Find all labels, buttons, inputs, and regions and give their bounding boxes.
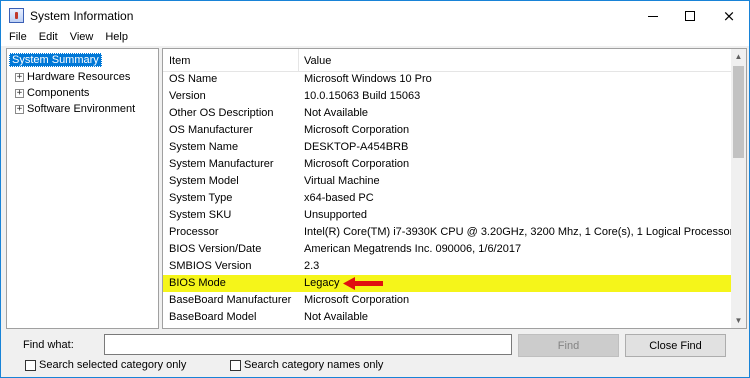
tree-item-label: Hardware Resources bbox=[27, 71, 131, 83]
list-row[interactable]: System Type x64-based PC bbox=[163, 190, 733, 207]
tree-item-label: Software Environment bbox=[27, 103, 136, 115]
checkbox-label: Search category names only bbox=[244, 359, 384, 371]
row-item: SMBIOS Version bbox=[169, 260, 252, 272]
list-row[interactable]: System Manufacturer Microsoft Corporatio… bbox=[163, 156, 733, 173]
row-value: DESKTOP-A454BRB bbox=[304, 141, 409, 153]
row-item: System SKU bbox=[169, 209, 232, 221]
list-row[interactable]: OS Manufacturer Microsoft Corporation bbox=[163, 122, 733, 139]
checkbox-label: Search selected category only bbox=[39, 359, 187, 371]
list-row-highlighted[interactable]: BIOS Mode Legacy bbox=[163, 275, 733, 292]
close-find-button[interactable]: Close Find bbox=[625, 334, 726, 357]
row-value: Not Available bbox=[304, 311, 369, 323]
close-icon: × bbox=[722, 6, 736, 25]
row-value: Microsoft Corporation bbox=[304, 124, 410, 136]
row-value: 10.0.15063 Build 15063 bbox=[304, 90, 421, 102]
row-item: BIOS Mode bbox=[169, 277, 226, 289]
find-bar: Find what: Find Close Find Search select… bbox=[1, 330, 749, 377]
row-item: BIOS Version/Date bbox=[169, 243, 262, 255]
row-item: Other OS Description bbox=[169, 107, 274, 119]
row-item: Version bbox=[169, 90, 206, 102]
expand-plus-icon[interactable]: + bbox=[15, 72, 24, 82]
scrollbar-thumb[interactable] bbox=[733, 66, 744, 158]
tree-item-components[interactable]: + Components bbox=[15, 85, 89, 101]
search-category-names-checkbox[interactable] bbox=[230, 359, 241, 371]
row-value: Microsoft Corporation bbox=[304, 294, 410, 306]
row-item: OS Name bbox=[169, 73, 218, 85]
row-value: Not Available bbox=[304, 107, 369, 119]
row-value: Virtual Machine bbox=[304, 175, 380, 187]
window-title: System Information bbox=[30, 9, 134, 23]
row-item: System Manufacturer bbox=[169, 158, 274, 170]
column-header-item[interactable]: Item bbox=[169, 55, 190, 67]
list-row[interactable]: OS Name Microsoft Windows 10 Pro bbox=[163, 71, 733, 88]
menu-view[interactable]: View bbox=[64, 31, 100, 43]
tree-item-software-environment[interactable]: + Software Environment bbox=[15, 101, 135, 117]
minimize-icon bbox=[648, 15, 658, 17]
details-list[interactable]: Item Value OS Name Microsoft Windows 10 … bbox=[162, 48, 747, 329]
list-row[interactable]: Version 10.0.15063 Build 15063 bbox=[163, 88, 733, 105]
expand-plus-icon[interactable]: + bbox=[15, 88, 24, 98]
find-what-input[interactable] bbox=[104, 334, 512, 355]
search-category-names-option[interactable]: Search category names only bbox=[230, 359, 383, 371]
red-arrow-icon bbox=[343, 277, 383, 290]
find-what-label: Find what: bbox=[23, 339, 74, 351]
list-row[interactable]: System SKU Unsupported bbox=[163, 207, 733, 224]
row-value: Legacy bbox=[304, 277, 340, 289]
row-item: BaseBoard Manufacturer bbox=[169, 294, 292, 306]
list-row[interactable]: SMBIOS Version 2.3 bbox=[163, 258, 733, 275]
row-item: System Type bbox=[169, 192, 233, 204]
menu-edit[interactable]: Edit bbox=[33, 31, 64, 43]
row-value: Unsupported bbox=[304, 209, 367, 221]
system-information-app-icon bbox=[9, 8, 24, 23]
row-item: BaseBoard Model bbox=[169, 311, 257, 323]
search-selected-category-option[interactable]: Search selected category only bbox=[25, 359, 186, 371]
tree-item-label: Components bbox=[27, 87, 90, 99]
maximize-icon bbox=[685, 11, 695, 21]
row-value: 2.3 bbox=[304, 260, 320, 272]
row-value: x64-based PC bbox=[304, 192, 374, 204]
arrow-shape bbox=[343, 277, 383, 290]
list-row[interactable]: BaseBoard Model Not Available bbox=[163, 309, 733, 326]
scroll-up-arrow-icon[interactable]: ▲ bbox=[731, 49, 746, 64]
list-row[interactable]: Other OS Description Not Available bbox=[163, 105, 733, 122]
row-value: Microsoft Corporation bbox=[304, 158, 410, 170]
expand-plus-icon[interactable]: + bbox=[15, 104, 24, 114]
list-row[interactable]: BaseBoard Manufacturer Microsoft Corpora… bbox=[163, 292, 733, 309]
vertical-scrollbar[interactable]: ▲ ▼ bbox=[731, 49, 746, 328]
tree-item-label: System Summary bbox=[9, 53, 102, 67]
list-header: Item Value bbox=[163, 49, 733, 72]
scroll-down-arrow-icon[interactable]: ▼ bbox=[731, 313, 746, 328]
row-value: Microsoft Windows 10 Pro bbox=[304, 73, 432, 85]
system-information-window: System Information × File Edit View Help… bbox=[0, 0, 750, 378]
list-row[interactable]: Processor Intel(R) Core(TM) i7-3930K CPU… bbox=[163, 224, 746, 241]
find-button[interactable]: Find bbox=[518, 334, 619, 357]
category-tree[interactable]: System Summary + Hardware Resources + Co… bbox=[6, 48, 159, 329]
row-item: System Name bbox=[169, 141, 239, 153]
tree-item-hardware-resources[interactable]: + Hardware Resources bbox=[15, 69, 130, 85]
row-value: American Megatrends Inc. 090006, 1/6/201… bbox=[304, 243, 522, 255]
tree-item-system-summary[interactable]: System Summary bbox=[9, 52, 102, 68]
list-row[interactable]: System Model Virtual Machine bbox=[163, 173, 733, 190]
column-header-value[interactable]: Value bbox=[304, 55, 331, 67]
menu-bar: File Edit View Help bbox=[1, 27, 749, 46]
search-selected-category-checkbox[interactable] bbox=[25, 359, 36, 371]
row-item: Processor bbox=[169, 226, 219, 238]
row-item: OS Manufacturer bbox=[169, 124, 253, 136]
row-item: System Model bbox=[169, 175, 239, 187]
list-row[interactable]: System Name DESKTOP-A454BRB bbox=[163, 139, 733, 156]
menu-help[interactable]: Help bbox=[99, 31, 134, 43]
list-row[interactable]: BIOS Version/Date American Megatrends In… bbox=[163, 241, 733, 258]
column-divider[interactable] bbox=[298, 49, 299, 71]
row-value: Intel(R) Core(TM) i7-3930K CPU @ 3.20GHz… bbox=[304, 226, 747, 238]
menu-file[interactable]: File bbox=[3, 31, 33, 43]
